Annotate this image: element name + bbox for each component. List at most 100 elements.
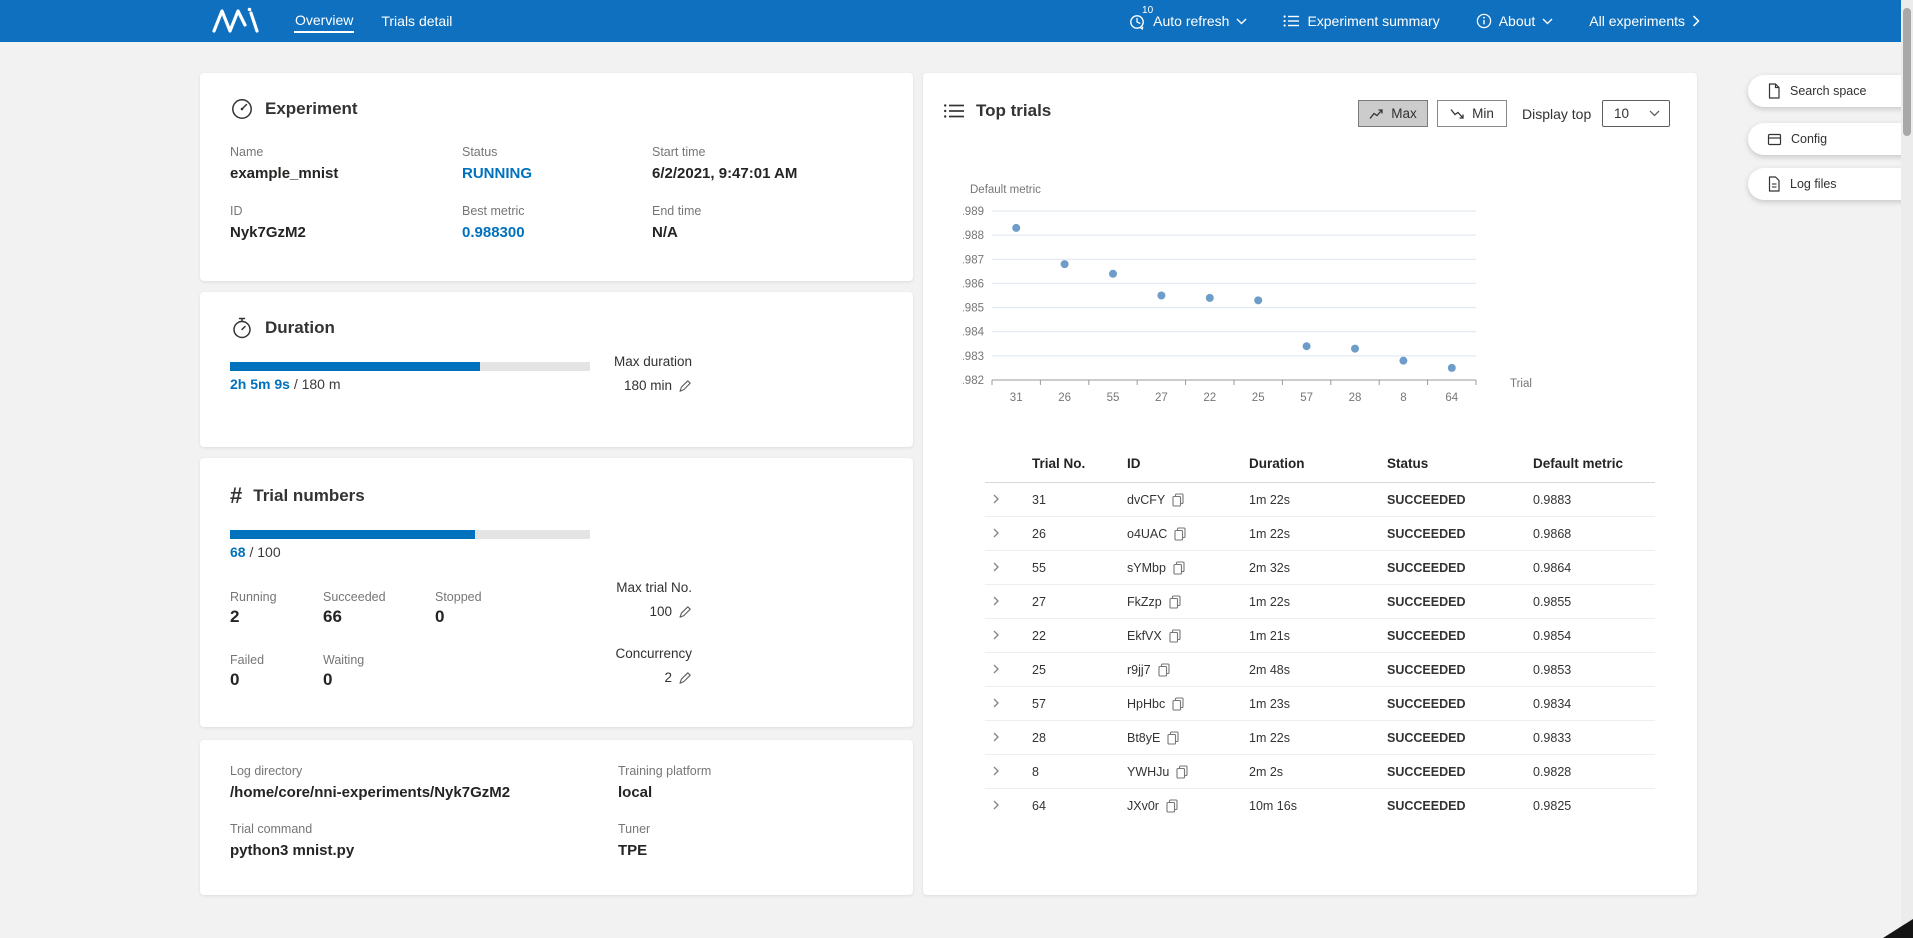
trial-row: 8 YWHJu 2m 2s SUCCEEDED 0.9828: [985, 755, 1655, 789]
config-button[interactable]: Config: [1748, 123, 1913, 155]
row-expand-button[interactable]: [987, 559, 1005, 577]
field-value: Nyk7GzM2: [230, 224, 462, 241]
max-button[interactable]: Max: [1358, 100, 1428, 127]
scatter-point[interactable]: [1399, 357, 1407, 365]
display-top-select[interactable]: 10: [1602, 100, 1670, 127]
tab-trials-detail[interactable]: Trials detail: [380, 10, 453, 32]
field-value: 6/2/2021, 9:47:01 AM: [652, 165, 797, 182]
scatter-point[interactable]: [1109, 270, 1117, 278]
cell-trial-id: EkfVX: [1127, 629, 1162, 643]
summary-list-icon: [1283, 13, 1300, 29]
log-files-button[interactable]: Log files: [1748, 168, 1913, 200]
row-expand-button[interactable]: [987, 763, 1005, 781]
edit-pencil-icon[interactable]: [678, 671, 692, 685]
field-value: example_mnist: [230, 165, 462, 182]
field-value: RUNNING: [462, 165, 652, 182]
y-tick-label: 0.982: [963, 375, 984, 387]
copy-icon[interactable]: [1167, 731, 1179, 745]
cell-status: SUCCEEDED: [1385, 755, 1531, 789]
field-label: Status: [462, 145, 652, 159]
field-label: Log directory: [230, 764, 618, 778]
display-top-label: Display top: [1522, 106, 1591, 122]
copy-icon[interactable]: [1172, 697, 1184, 711]
top-trials-list-icon: [943, 101, 965, 121]
row-expand-button[interactable]: [987, 695, 1005, 713]
row-expand-button[interactable]: [987, 593, 1005, 611]
trial-stats: Running 2Succeeded 66Stopped 0Failed 0Wa…: [230, 590, 575, 690]
scatter-point[interactable]: [1157, 292, 1165, 300]
row-expand-button[interactable]: [987, 729, 1005, 747]
trial-stat: Failed 0: [230, 653, 323, 690]
experiment-summary-button[interactable]: Experiment summary: [1283, 13, 1439, 29]
x-tick-label: 25: [1252, 392, 1265, 404]
y-tick-label: 0.987: [963, 254, 984, 266]
expand-chevron-icon: [991, 562, 1001, 572]
edit-pencil-icon[interactable]: [678, 605, 692, 619]
cell-trial-no: 27: [1030, 585, 1125, 619]
info-icon: [1476, 13, 1492, 29]
default-metric-chart: Default metric0.9890.9880.9870.9860.9850…: [963, 175, 1603, 415]
cell-default-metric: 0.9854: [1531, 619, 1655, 653]
scatter-point[interactable]: [1206, 294, 1214, 302]
cell-status: SUCCEEDED: [1385, 789, 1531, 823]
about-menu[interactable]: About: [1476, 13, 1554, 29]
copy-icon[interactable]: [1166, 799, 1178, 813]
min-button[interactable]: Min: [1437, 100, 1507, 127]
top-trials-card: Top trials Max Min Display top 10 Defaul…: [923, 73, 1697, 895]
row-expand-button[interactable]: [987, 627, 1005, 645]
expand-chevron-icon: [991, 630, 1001, 640]
y-tick-label: 0.984: [963, 327, 985, 339]
duration-card-header: Duration: [230, 316, 335, 340]
cell-default-metric: 0.9883: [1531, 483, 1655, 517]
cell-trial-id: sYMbp: [1127, 561, 1166, 575]
concurrency-label: Concurrency: [602, 646, 692, 661]
copy-icon[interactable]: [1169, 629, 1181, 643]
row-expand-button[interactable]: [987, 525, 1005, 543]
trend-up-icon: [1369, 108, 1384, 120]
page-scrollbar[interactable]: [1901, 0, 1913, 938]
cell-duration: 2m 32s: [1247, 551, 1385, 585]
cell-trial-id: HpHbc: [1127, 697, 1165, 711]
copy-icon[interactable]: [1173, 561, 1185, 575]
scatter-point[interactable]: [1012, 224, 1020, 232]
field-value: local: [618, 784, 711, 801]
cell-status: SUCCEEDED: [1385, 619, 1531, 653]
x-tick-label: 55: [1107, 392, 1120, 404]
scrollbar-thumb[interactable]: [1903, 8, 1911, 136]
trials-total: / 100: [249, 544, 280, 560]
search-space-button[interactable]: Search space: [1748, 75, 1913, 107]
copy-icon[interactable]: [1172, 493, 1184, 507]
experiment-field: Name example_mnist: [230, 145, 462, 182]
stat-value: 0: [435, 607, 575, 627]
meta-field: Log directory /home/core/nni-experiments…: [230, 764, 618, 801]
chevron-down-icon: [1649, 110, 1660, 117]
edit-pencil-icon[interactable]: [678, 379, 692, 393]
copy-icon[interactable]: [1174, 527, 1186, 541]
stopwatch-icon: [230, 316, 254, 340]
cell-duration: 1m 22s: [1247, 483, 1385, 517]
scatter-point[interactable]: [1061, 260, 1069, 268]
copy-icon[interactable]: [1176, 765, 1188, 779]
trials-progress-fill: [230, 530, 475, 539]
scatter-point[interactable]: [1254, 296, 1262, 304]
x-tick-label: 64: [1445, 392, 1458, 404]
cell-trial-no: 25: [1030, 653, 1125, 687]
x-tick-label: 28: [1349, 392, 1362, 404]
scatter-point[interactable]: [1351, 345, 1359, 353]
trial-row: 64 JXv0r 10m 16s SUCCEEDED 0.9825: [985, 789, 1655, 823]
expand-chevron-icon: [991, 732, 1001, 742]
col-header-default-metric: Default metric: [1531, 448, 1655, 483]
row-expand-button[interactable]: [987, 491, 1005, 509]
scatter-point[interactable]: [1303, 342, 1311, 350]
cell-trial-id: Bt8yE: [1127, 731, 1160, 745]
auto-refresh-control[interactable]: 10 Auto refresh: [1128, 12, 1247, 30]
scatter-point[interactable]: [1448, 364, 1456, 372]
row-expand-button[interactable]: [987, 797, 1005, 815]
row-expand-button[interactable]: [987, 661, 1005, 679]
all-experiments-link[interactable]: All experiments: [1589, 13, 1700, 29]
copy-icon[interactable]: [1158, 663, 1170, 677]
tab-overview[interactable]: Overview: [294, 9, 354, 33]
y-tick-label: 0.989: [963, 206, 984, 218]
copy-icon[interactable]: [1169, 595, 1181, 609]
col-header-id: ID: [1125, 448, 1247, 483]
